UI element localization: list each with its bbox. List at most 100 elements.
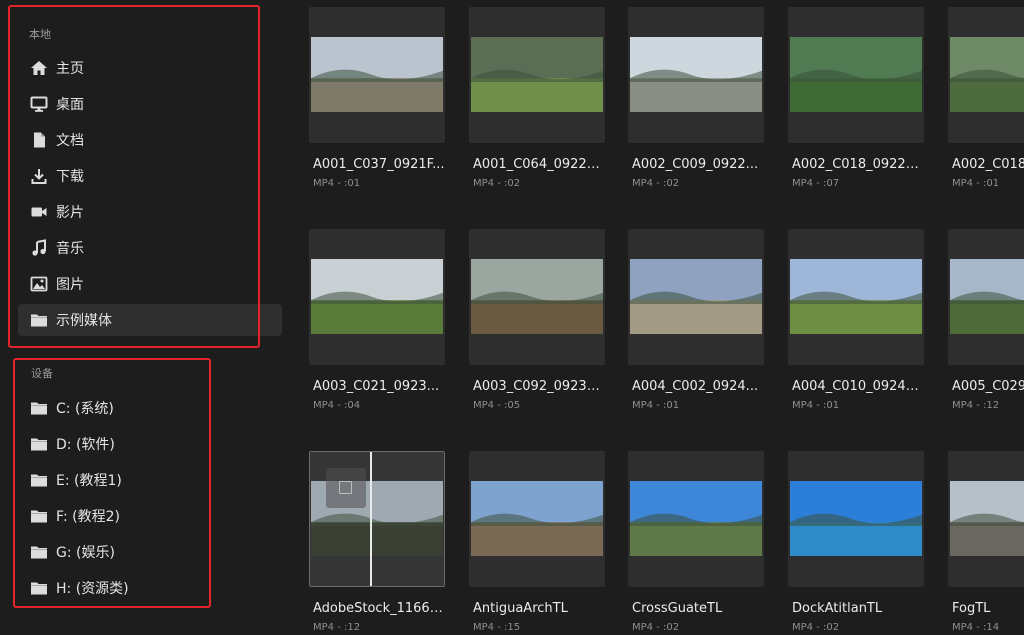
thumbnail-image (630, 37, 762, 112)
thumbnail-image (311, 259, 443, 334)
media-meta: MP4 - :02 (473, 178, 521, 189)
media-thumbnail[interactable] (309, 229, 445, 365)
media-card[interactable]: A004_C002_0924... MP4 - :01 (628, 229, 764, 411)
local-section-title: 本地 (29, 28, 51, 41)
media-thumbnail[interactable] (469, 229, 605, 365)
video-camera-icon (29, 202, 49, 222)
media-card[interactable]: FogTL MP4 - :14 (948, 451, 1024, 633)
nav-item-label: E: (教程1) (56, 473, 122, 489)
media-thumbnail[interactable] (788, 451, 924, 587)
media-thumbnail[interactable] (628, 451, 764, 587)
nav-item-label: G: (娱乐) (56, 545, 115, 561)
media-card[interactable]: A002_C018_0922B... MP4 - :07 (788, 7, 924, 189)
thumbnail-image (471, 37, 603, 112)
media-thumbnail[interactable] (309, 7, 445, 143)
nav-item-label: 桌面 (56, 97, 84, 113)
media-name: A002_C018_0... (952, 157, 1024, 172)
media-meta: MP4 - :02 (632, 622, 680, 633)
sidebar-item-7[interactable]: 示例媒体 (18, 304, 282, 336)
media-meta: MP4 - :01 (632, 400, 680, 411)
media-thumbnail[interactable] (788, 229, 924, 365)
media-meta: MP4 - :02 (632, 178, 680, 189)
thumbnail-image (471, 481, 603, 556)
folder-icon (29, 398, 49, 418)
home-icon (29, 58, 49, 78)
thumbnail-image (950, 37, 1024, 112)
media-card[interactable]: A001_C037_0921F... MP4 - :01 (309, 7, 445, 189)
device-item-1[interactable]: D: (软件) (18, 428, 282, 460)
thumbnail-image (790, 481, 922, 556)
nav-item-label: 音乐 (56, 241, 84, 257)
thumbnail-image (950, 259, 1024, 334)
folder-icon (29, 470, 49, 490)
drag-handle-icon[interactable] (326, 468, 366, 508)
media-card[interactable]: AdobeStock_11664... MP4 - :12 (309, 451, 445, 633)
media-name: A002_C009_0922... (632, 157, 759, 172)
sidebar-item-6[interactable]: 图片 (18, 268, 282, 300)
media-card[interactable]: A005_C029_... MP4 - :12 (948, 229, 1024, 411)
media-thumbnail[interactable] (628, 7, 764, 143)
sidebar-item-4[interactable]: 影片 (18, 196, 282, 228)
folder-icon (29, 506, 49, 526)
device-item-0[interactable]: C: (系统) (18, 392, 282, 424)
thumbnail-image (950, 481, 1024, 556)
media-card[interactable]: AntiguaArchTL MP4 - :15 (469, 451, 605, 633)
media-card[interactable]: CrossGuateTL MP4 - :02 (628, 451, 764, 633)
media-name: A003_C021_0923... (313, 379, 440, 394)
media-thumbnail[interactable] (469, 451, 605, 587)
media-meta: MP4 - :14 (952, 622, 1000, 633)
media-meta: MP4 - :05 (473, 400, 521, 411)
nav-item-label: 影片 (56, 205, 84, 221)
device-item-2[interactable]: E: (教程1) (18, 464, 282, 496)
media-name: A003_C092_09231... (473, 379, 605, 394)
nav-item-label: 主页 (56, 61, 84, 77)
sidebar-item-0[interactable]: 主页 (18, 52, 282, 84)
media-meta: MP4 - :01 (792, 400, 840, 411)
download-icon (29, 166, 49, 186)
document-icon (29, 130, 49, 150)
device-item-3[interactable]: F: (教程2) (18, 500, 282, 532)
media-card[interactable]: DockAtitlanTL MP4 - :02 (788, 451, 924, 633)
sidebar-item-3[interactable]: 下载 (18, 160, 282, 192)
nav-item-label: D: (软件) (56, 437, 115, 453)
media-name: A001_C037_0921F... (313, 157, 445, 172)
media-name: A002_C018_0922B... (792, 157, 924, 172)
media-name: A004_C010_0924A... (792, 379, 924, 394)
media-thumbnail[interactable] (948, 7, 1024, 143)
folder-icon (29, 434, 49, 454)
media-meta: MP4 - :15 (473, 622, 521, 633)
media-card[interactable]: A003_C092_09231... MP4 - :05 (469, 229, 605, 411)
media-thumbnail[interactable] (309, 451, 445, 587)
sidebar-item-2[interactable]: 文档 (18, 124, 282, 156)
media-meta: MP4 - :07 (792, 178, 840, 189)
media-name: A001_C064_09224... (473, 157, 605, 172)
media-thumbnail[interactable] (948, 451, 1024, 587)
media-card[interactable]: A001_C064_09224... MP4 - :02 (469, 7, 605, 189)
media-thumbnail[interactable] (788, 7, 924, 143)
media-thumbnail[interactable] (948, 229, 1024, 365)
media-grid: A001_C037_0921F... MP4 - :01 A001_C064_092… (292, 0, 1024, 635)
media-name: AdobeStock_11664... (313, 601, 445, 616)
media-card[interactable]: A002_C018_0... MP4 - :01 (948, 7, 1024, 189)
media-name: DockAtitlanTL (792, 601, 883, 616)
media-name: A004_C002_0924... (632, 379, 759, 394)
scrub-playhead[interactable] (370, 452, 372, 586)
nav-item-label: F: (教程2) (56, 509, 120, 525)
folder-icon (29, 310, 49, 330)
monitor-icon (29, 94, 49, 114)
media-card[interactable]: A002_C009_0922... MP4 - :02 (628, 7, 764, 189)
thumbnail-image (630, 259, 762, 334)
media-meta: MP4 - :04 (313, 400, 361, 411)
sidebar-item-1[interactable]: 桌面 (18, 88, 282, 120)
device-item-5[interactable]: H: (资源类) (18, 572, 282, 604)
music-note-icon (29, 238, 49, 258)
media-card[interactable]: A003_C021_0923... MP4 - :04 (309, 229, 445, 411)
media-card[interactable]: A004_C010_0924A... MP4 - :01 (788, 229, 924, 411)
device-item-4[interactable]: G: (娱乐) (18, 536, 282, 568)
media-thumbnail[interactable] (469, 7, 605, 143)
sidebar-item-5[interactable]: 音乐 (18, 232, 282, 264)
nav-item-label: H: (资源类) (56, 581, 129, 597)
nav-item-label: 图片 (56, 277, 84, 293)
media-name: FogTL (952, 601, 991, 616)
media-thumbnail[interactable] (628, 229, 764, 365)
